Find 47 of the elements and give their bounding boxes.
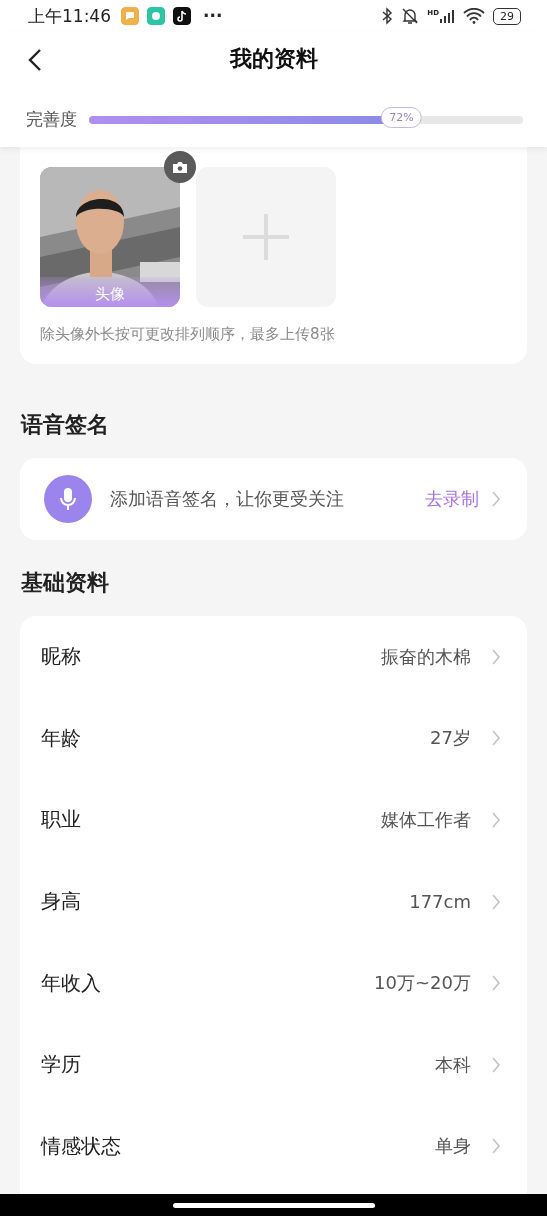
battery-level: 29 — [493, 7, 521, 25]
microphone-icon — [59, 487, 77, 511]
completeness-label: 完善度 — [26, 108, 77, 131]
app-icon — [147, 7, 165, 25]
chevron-icon — [491, 490, 501, 508]
page-title: 我的资料 — [229, 45, 318, 73]
field-label: 情感状态 — [41, 1132, 122, 1160]
camera-button[interactable] — [164, 151, 196, 183]
more-indicator: ··· — [203, 6, 223, 26]
section-title: 语音签名 — [19, 411, 110, 439]
chevron-icon — [491, 892, 501, 911]
chevron-icon — [491, 647, 501, 666]
field-label: 学历 — [41, 1051, 82, 1079]
field-value[interactable]: 媒体工作者 — [381, 808, 471, 832]
upload-hint: 除头像外长按可更改排列顺序，最多上传8张 — [40, 325, 336, 344]
camera-icon — [172, 160, 188, 174]
field-label: 职业 — [41, 806, 82, 834]
microphone-button[interactable] — [44, 475, 92, 523]
home-indicator[interactable] — [172, 1202, 375, 1208]
bluetooth-icon — [382, 7, 394, 25]
record-link[interactable]: 去录制 — [425, 487, 501, 511]
progress-reading: 72% — [381, 106, 422, 128]
plus-icon — [241, 212, 291, 262]
chat-app-icon — [121, 7, 139, 25]
chevron-icon — [491, 811, 501, 829]
clock-time: 上午11:46 — [28, 4, 111, 28]
field-value[interactable]: 27岁 — [430, 726, 471, 751]
field-label: 年龄 — [41, 724, 82, 752]
field-label: 昵称 — [41, 643, 82, 671]
bell-muted-icon — [401, 7, 420, 25]
field-value[interactable]: 振奋的木棉 — [381, 644, 471, 669]
chevron-icon — [491, 974, 501, 993]
wifi-icon — [463, 8, 485, 24]
avatar-caption: 头像 — [40, 277, 180, 307]
field-value[interactable]: 10万~20万 — [374, 971, 471, 996]
field-value[interactable]: 单身 — [435, 1134, 471, 1159]
chevron-icon — [491, 1055, 501, 1074]
chevron-icon — [491, 729, 501, 748]
music-note-app-icon — [173, 7, 191, 25]
section-title: 基础资料 — [20, 569, 110, 597]
field-value[interactable]: 177cm — [409, 891, 471, 913]
field-value[interactable]: 本科 — [435, 1052, 471, 1077]
field-label: 身高 — [41, 888, 82, 916]
chevron-icon — [491, 1137, 501, 1156]
voice-prompt: 添加语音签名，让你更受关注 — [110, 487, 345, 511]
field-label: 年收入 — [41, 969, 102, 997]
signal-icon — [439, 8, 455, 24]
